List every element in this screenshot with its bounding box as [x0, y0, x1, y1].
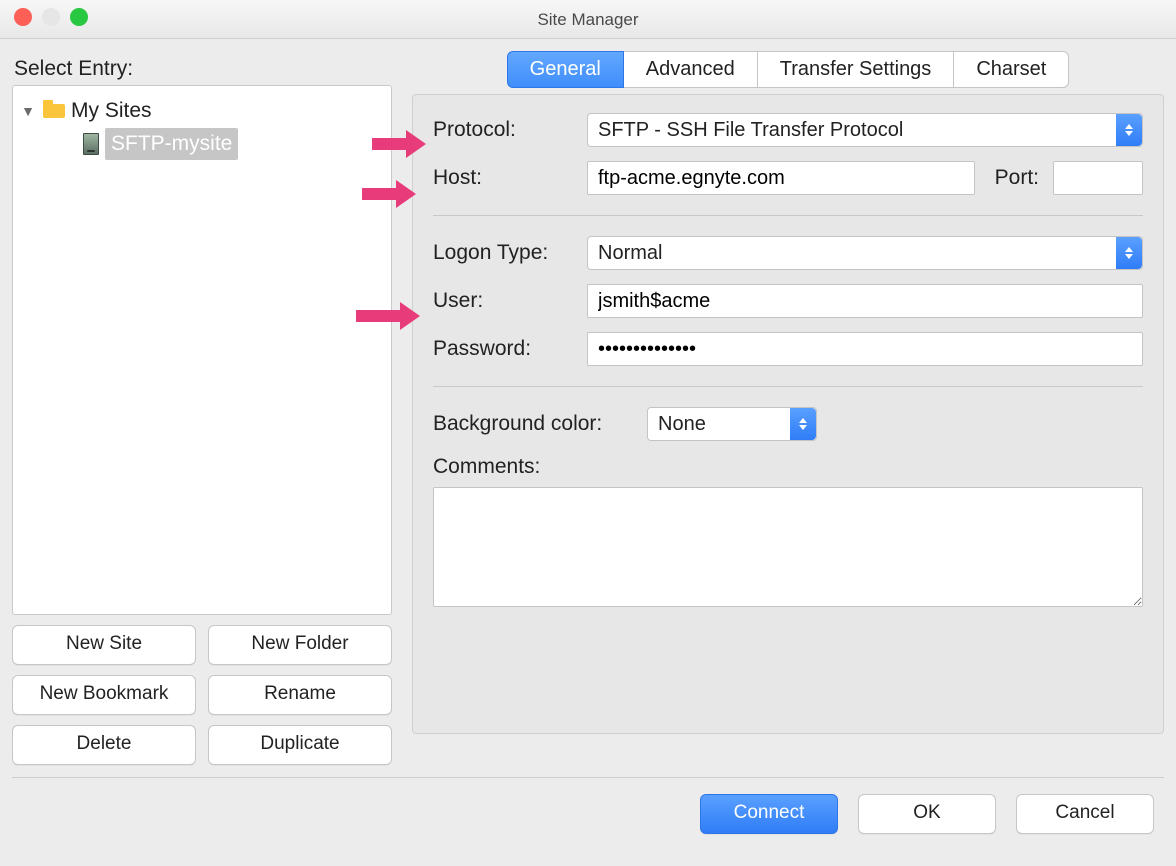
- site-tree[interactable]: ▼ My Sites SFTP-mysite: [12, 85, 392, 615]
- tree-root-label: My Sites: [71, 96, 152, 126]
- user-input[interactable]: [587, 284, 1143, 318]
- minimize-icon[interactable]: [42, 8, 60, 26]
- user-label: User:: [433, 289, 573, 313]
- delete-button[interactable]: Delete: [12, 725, 196, 765]
- password-label: Password:: [433, 337, 573, 361]
- new-bookmark-button[interactable]: New Bookmark: [12, 675, 196, 715]
- title-bar: Site Manager: [0, 0, 1176, 39]
- comments-textarea[interactable]: [433, 487, 1143, 607]
- close-icon[interactable]: [14, 8, 32, 26]
- new-folder-button[interactable]: New Folder: [208, 625, 392, 665]
- zoom-icon[interactable]: [70, 8, 88, 26]
- tree-item-label: SFTP-mysite: [105, 128, 238, 160]
- window-title: Site Manager: [537, 10, 638, 29]
- divider: [433, 215, 1143, 216]
- logon-type-select[interactable]: Normal: [587, 236, 1143, 270]
- divider: [433, 386, 1143, 387]
- bg-color-value: None: [648, 413, 790, 436]
- chevron-down-icon[interactable]: ▼: [19, 96, 37, 126]
- traffic-lights: [14, 8, 88, 26]
- port-label: Port:: [995, 166, 1039, 190]
- port-input[interactable]: [1053, 161, 1143, 195]
- duplicate-button[interactable]: Duplicate: [208, 725, 392, 765]
- logon-type-label: Logon Type:: [433, 241, 573, 265]
- comments-label: Comments:: [433, 455, 540, 479]
- protocol-value: SFTP - SSH File Transfer Protocol: [588, 119, 1116, 142]
- tab-general[interactable]: General: [507, 51, 624, 88]
- server-icon: [83, 133, 99, 155]
- rename-button[interactable]: Rename: [208, 675, 392, 715]
- updown-icon: [790, 408, 816, 440]
- ok-button[interactable]: OK: [858, 794, 996, 834]
- tree-root[interactable]: ▼ My Sites: [19, 96, 385, 126]
- tree-item-selected[interactable]: SFTP-mysite: [83, 128, 385, 160]
- bg-color-select[interactable]: None: [647, 407, 817, 441]
- host-label: Host:: [433, 166, 573, 190]
- new-site-button[interactable]: New Site: [12, 625, 196, 665]
- tab-transfer[interactable]: Transfer Settings: [758, 51, 955, 88]
- form-panel: Protocol: SFTP - SSH File Transfer Proto…: [412, 94, 1164, 734]
- footer: Connect OK Cancel: [0, 778, 1176, 850]
- tab-charset[interactable]: Charset: [954, 51, 1069, 88]
- password-input[interactable]: [587, 332, 1143, 366]
- logon-type-value: Normal: [588, 242, 1116, 265]
- tabs: General Advanced Transfer Settings Chars…: [412, 51, 1164, 88]
- cancel-button[interactable]: Cancel: [1016, 794, 1154, 834]
- bg-color-label: Background color:: [433, 412, 633, 436]
- tab-advanced[interactable]: Advanced: [624, 51, 758, 88]
- host-input[interactable]: [587, 161, 975, 195]
- connect-button[interactable]: Connect: [700, 794, 838, 834]
- folder-icon: [43, 102, 65, 120]
- protocol-label: Protocol:: [433, 118, 573, 142]
- select-entry-label: Select Entry:: [14, 57, 392, 81]
- updown-icon: [1116, 237, 1142, 269]
- updown-icon: [1116, 114, 1142, 146]
- protocol-select[interactable]: SFTP - SSH File Transfer Protocol: [587, 113, 1143, 147]
